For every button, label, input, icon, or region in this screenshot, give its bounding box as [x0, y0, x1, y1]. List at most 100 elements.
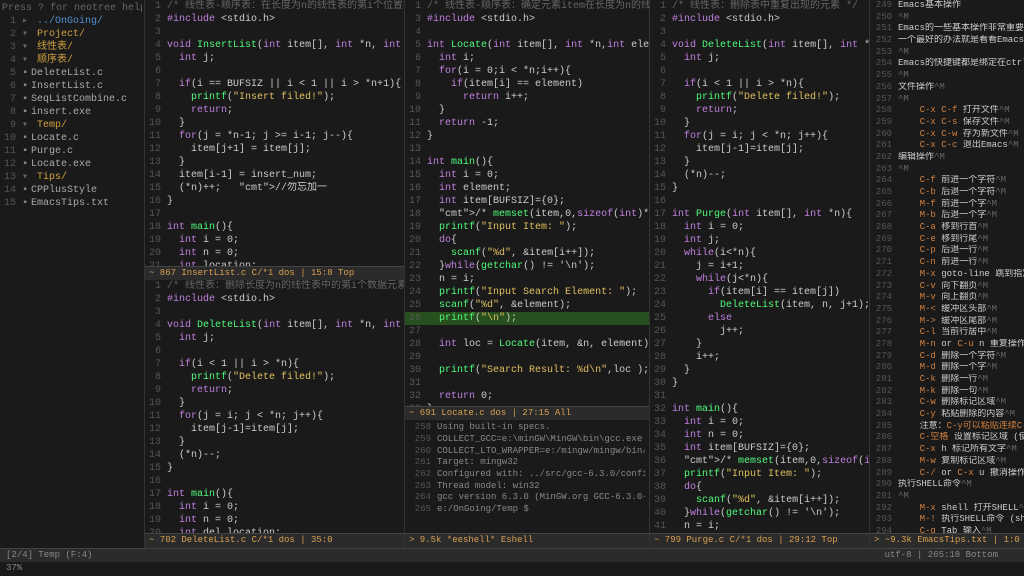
code-line[interactable]: 8 if(item[i] == element) [405, 78, 649, 91]
code-line[interactable]: 6 [650, 65, 869, 78]
code-line[interactable]: 14 (*n)--; [145, 449, 404, 462]
code-line[interactable]: 29 } [650, 364, 869, 377]
code-line[interactable]: 28 int loc = Locate(item, &n, element); [405, 338, 649, 351]
code-line[interactable]: 41 n = i; [650, 520, 869, 533]
code-line[interactable]: 11 return -1; [405, 117, 649, 130]
code-line[interactable]: 8 printf("Delete filed!"); [145, 371, 404, 384]
code-line[interactable]: 18 "cmt">/* memset(item,0,sizeof(int)*BU… [405, 208, 649, 221]
code-line[interactable]: 10 } [650, 117, 869, 130]
code-line[interactable]: 3 [145, 306, 404, 319]
code-line[interactable]: 9 return; [145, 384, 404, 397]
code-line[interactable]: 7 if(i == BUFSIZ || i < 1 || i > *n+1){ [145, 78, 404, 91]
code-line[interactable]: 31 [405, 377, 649, 390]
code-line[interactable]: 14 (*n)--; [650, 169, 869, 182]
code-line[interactable]: 39 scanf("%d", &item[i++]); [650, 494, 869, 507]
code-line[interactable]: 24 printf("Input Search Element: "); [405, 286, 649, 299]
code-line[interactable]: 20 while(i<*n){ [650, 247, 869, 260]
tree-item[interactable]: 2▾ Project/ [2, 28, 142, 41]
code-line[interactable]: 35 int item[BUFSIZ]={0}; [650, 442, 869, 455]
code-line[interactable]: 2#include <stdio.h> [650, 13, 869, 26]
code-line[interactable]: 19 int j; [650, 234, 869, 247]
code-line[interactable]: 19 int i = 0; [145, 234, 404, 247]
code-line[interactable]: 2#include <stdio.h> [145, 13, 404, 26]
code-line[interactable]: 17 int item[BUFSIZ]={0}; [405, 195, 649, 208]
code-line[interactable]: 11 for(j = i; j < *n; j++){ [650, 130, 869, 143]
code-line[interactable]: 33 int i = 0; [650, 416, 869, 429]
code-line[interactable]: 24 DeleteList(item, n, j+1); [650, 299, 869, 312]
code-line[interactable]: 5 int j; [650, 52, 869, 65]
code-line[interactable]: 31 [650, 390, 869, 403]
code-line[interactable]: 37 printf("Input Item: "); [650, 468, 869, 481]
code-line[interactable]: 32 return 0; [405, 390, 649, 403]
editor-locate[interactable]: 1/* 线性表-顺序表：确定元素item在长度为n的线性表a中的位置 */ 3#… [405, 0, 649, 406]
code-line[interactable]: 21 scanf("%d", &item[i++]); [405, 247, 649, 260]
code-line[interactable]: 20 int n = 0; [145, 247, 404, 260]
code-line[interactable]: 22 while(j<*n){ [650, 273, 869, 286]
code-line[interactable]: 40 }while(getchar() != '\n'); [650, 507, 869, 520]
code-line[interactable]: 20 do{ [405, 234, 649, 247]
code-line[interactable]: 32int main(){ [650, 403, 869, 416]
code-line[interactable]: 28 i++; [650, 351, 869, 364]
code-line[interactable]: 15 (*n)++; "cmt">//勿忘加一 [145, 182, 404, 195]
code-line[interactable]: 30 printf("Search Result: %d\n",loc ); [405, 364, 649, 377]
code-line[interactable]: 2#include <stdio.h> [145, 293, 404, 306]
code-line[interactable]: 16 [145, 475, 404, 488]
tree-item[interactable]: 12 ▪Locate.exe [2, 158, 142, 171]
code-line[interactable]: 12 item[j-1]=item[j]; [145, 423, 404, 436]
code-line[interactable]: 9 return; [650, 104, 869, 117]
code-line[interactable]: 3#include <stdio.h> [405, 13, 649, 26]
code-line[interactable]: 8 printf("Insert filed!"); [145, 91, 404, 104]
code-line[interactable]: 6 [145, 65, 404, 78]
code-line[interactable]: 10 } [405, 104, 649, 117]
code-line[interactable]: 19 int n = 0; [145, 514, 404, 527]
code-line[interactable]: 26 printf("\n"); [405, 312, 649, 325]
code-line[interactable]: 30} [650, 377, 869, 390]
code-line[interactable]: 12 item[j-1]=item[j]; [650, 143, 869, 156]
code-line[interactable]: 14 item[i-1] = insert_num; [145, 169, 404, 182]
code-line[interactable]: 23 n = i; [405, 273, 649, 286]
tree-item[interactable]: 3 ▾ 线性表/ [2, 41, 142, 54]
tree-item[interactable]: 7 ▪SeqListCombine.c [2, 93, 142, 106]
code-line[interactable]: 36 "cmt">/* memset(item,0,sizeof(int)*BU… [650, 455, 869, 468]
code-line[interactable]: 12 item[j+1] = item[j]; [145, 143, 404, 156]
code-line[interactable]: 13 } [650, 156, 869, 169]
code-line[interactable]: 18 int i = 0; [650, 221, 869, 234]
tree-item[interactable]: 14 ▪CPPlusStyle [2, 184, 142, 197]
file-tree[interactable]: Press ? for neotree help 1▸ ../OnGoing/2… [0, 0, 144, 548]
code-line[interactable]: 10 } [145, 397, 404, 410]
code-line[interactable]: 9 return; [145, 104, 404, 117]
code-line[interactable]: 18int main(){ [145, 221, 404, 234]
code-line[interactable]: 4 [405, 26, 649, 39]
code-line[interactable]: 34 int n = 0; [650, 429, 869, 442]
code-line[interactable]: 11 for(j = i; j < *n; j++){ [145, 410, 404, 423]
tree-item[interactable]: 9▾ Temp/ [2, 119, 142, 132]
tree-item[interactable]: 1▸ ../OnGoing/ [2, 15, 142, 28]
code-line[interactable]: 17int Purge(int item[], int *n){ [650, 208, 869, 221]
editor-emacstips[interactable]: 249Emacs基本操作250^M251Emacs的一些基本操作非常重要. 必须… [870, 0, 1024, 533]
code-line[interactable]: 11 for(j = *n-1; j >= i-1; j--){ [145, 130, 404, 143]
code-line[interactable]: 15} [145, 462, 404, 475]
code-line[interactable]: 17 [145, 208, 404, 221]
code-line[interactable]: 23 if(item[i] == item[j]) [650, 286, 869, 299]
code-line[interactable]: 6 int i; [405, 52, 649, 65]
editor-purge[interactable]: 1/* 线性表：删除表中重复出现的元素 */ 2#include <stdio.… [650, 0, 869, 533]
code-line[interactable]: 9 return i++; [405, 91, 649, 104]
code-line[interactable]: 8 printf("Delete filed!"); [650, 91, 869, 104]
code-line[interactable]: 3 [650, 26, 869, 39]
tree-item[interactable]: 8 ▪insert.exe [2, 106, 142, 119]
code-line[interactable]: 17int main(){ [145, 488, 404, 501]
code-line[interactable]: 12} [405, 130, 649, 143]
tree-item[interactable]: 13▾ Tips/ [2, 171, 142, 184]
tree-item[interactable]: 6 ▪InsertList.c [2, 80, 142, 93]
code-line[interactable]: 5 int j; [145, 52, 404, 65]
tree-item[interactable]: 11 ▪Purge.c [2, 145, 142, 158]
code-line[interactable]: 10 } [145, 117, 404, 130]
minibuffer[interactable]: 37% [0, 562, 1024, 576]
code-line[interactable]: 15 int i = 0; [405, 169, 649, 182]
code-line[interactable]: 14int main(){ [405, 156, 649, 169]
code-line[interactable]: 7 if(i < 1 || i > *n){ [145, 358, 404, 371]
code-line[interactable]: 4void DeleteList(int item[], int *n, int… [650, 39, 869, 52]
code-line[interactable]: 29 [405, 351, 649, 364]
code-line[interactable]: 5 int j; [145, 332, 404, 345]
code-line[interactable]: 27 [405, 325, 649, 338]
